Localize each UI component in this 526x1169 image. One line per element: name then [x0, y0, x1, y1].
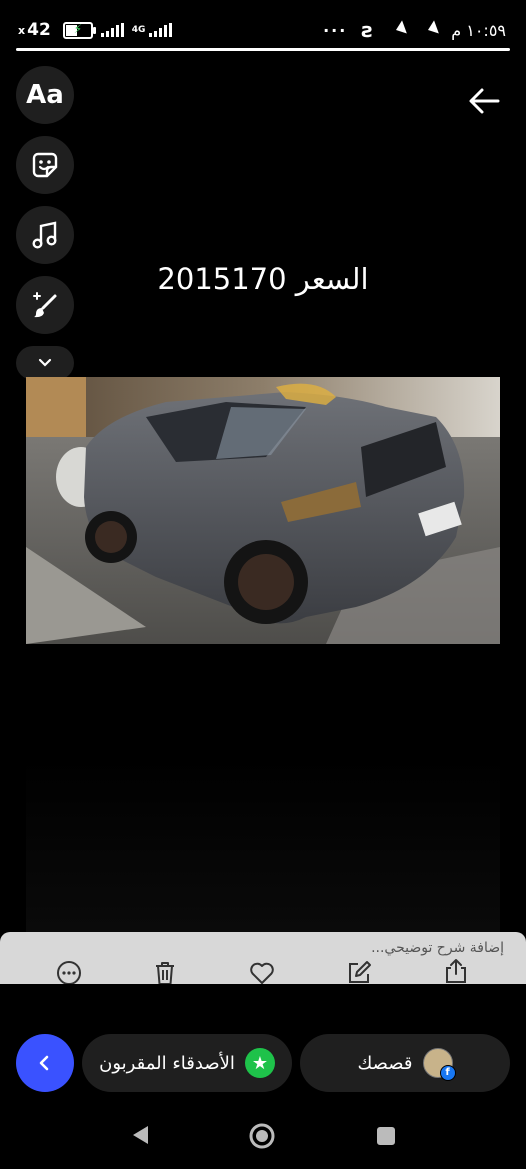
sticker-tool-button[interactable]: [16, 136, 74, 194]
nav-home-icon[interactable]: [248, 1122, 276, 1150]
share-icon[interactable]: [443, 958, 469, 984]
car-photo[interactable]: [26, 377, 500, 644]
avatar: f: [422, 1048, 456, 1081]
your-story-label: قصصك: [357, 1052, 413, 1074]
telegram-icon-2: [417, 20, 440, 40]
app-notification-icon: ƨ: [361, 18, 374, 42]
share-next-button[interactable]: [16, 1034, 74, 1092]
progress-line: [16, 48, 510, 51]
text-tool-label: Aa: [26, 80, 64, 110]
system-nav-bar: [0, 1110, 526, 1169]
signal-icon-2: [149, 23, 173, 37]
signal-icon: [100, 23, 124, 37]
star-icon: ★: [244, 1048, 275, 1078]
close-friends-button[interactable]: ★ الأصدقاء المقربون: [82, 1034, 292, 1092]
battery-percent: 42: [27, 20, 51, 40]
heart-icon[interactable]: [249, 960, 275, 986]
facebook-icon: f: [439, 1065, 456, 1081]
sticker-icon: [32, 152, 58, 178]
expand-tools-button[interactable]: [16, 346, 74, 380]
nav-recents-icon[interactable]: [376, 1126, 396, 1146]
more-notifications-icon: ···: [323, 20, 348, 40]
edit-icon[interactable]: [346, 960, 372, 986]
trash-icon[interactable]: [152, 960, 178, 986]
telegram-icon: [385, 20, 408, 40]
more-options-icon[interactable]: [56, 960, 82, 986]
music-note-icon: [32, 221, 57, 249]
nav-back-icon[interactable]: [130, 1124, 150, 1146]
clock: ١٠:٥٩ م: [451, 20, 506, 40]
status-left: x 42 ⚡ 4G: [18, 20, 173, 40]
music-tool-button[interactable]: [16, 206, 74, 264]
story-tools: Aa: [16, 66, 76, 380]
chevron-down-icon: [38, 358, 52, 367]
battery-icon: ⚡: [62, 21, 96, 39]
text-tool-button[interactable]: Aa: [16, 66, 74, 124]
chevron-left-icon: [39, 1055, 49, 1071]
back-arrow-icon[interactable]: [466, 84, 502, 118]
caption-input[interactable]: إضافة شرح توضيحي...: [371, 940, 504, 956]
network-type: 4G: [131, 25, 146, 35]
car-image: [26, 377, 500, 644]
status-right: ··· ƨ ١٠:٥٩ م: [323, 18, 506, 42]
story-caption[interactable]: 2015السعر 170: [0, 262, 526, 296]
close-friends-label: الأصدقاء المقربون: [99, 1052, 235, 1074]
your-story-button[interactable]: f قصصك: [300, 1034, 510, 1092]
